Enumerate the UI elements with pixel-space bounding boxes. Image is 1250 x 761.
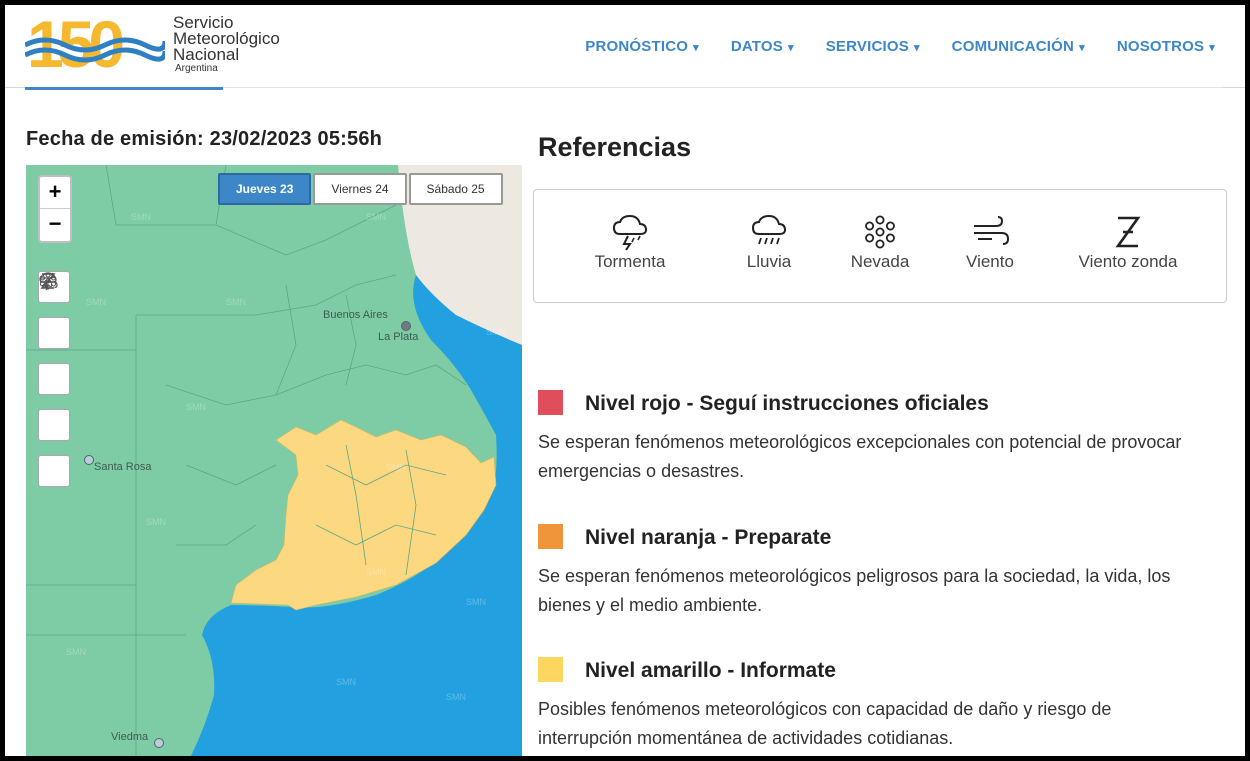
svg-text:SMN: SMN xyxy=(226,297,246,307)
zoom-in-button[interactable]: + xyxy=(40,177,70,208)
ref-nevada: Nevada xyxy=(844,212,916,272)
rain-icon xyxy=(751,214,787,245)
svg-text:SMN: SMN xyxy=(146,517,166,527)
zonda-icon xyxy=(40,273,56,289)
main-nav: PRONÓSTICO ▾ DATOS ▾ SERVICIOS ▾ COMUNICACI… xyxy=(585,38,1215,55)
page: 150 Servicio Meteorológico Nacional Arge… xyxy=(5,5,1245,756)
nav-label: COMUNICACIÓN xyxy=(951,38,1075,55)
nav-label: NOSOTROS xyxy=(1116,38,1205,55)
filter-zonda-button[interactable] xyxy=(38,273,70,487)
city-viedma: Viedma xyxy=(111,731,149,743)
svg-text:SMN: SMN xyxy=(186,402,206,412)
svg-text:SMN: SMN xyxy=(446,692,466,702)
caret-down-icon: ▾ xyxy=(1079,42,1085,54)
ref-lluvia: Lluvia xyxy=(734,212,804,272)
tab-jueves-23[interactable]: Jueves 23 xyxy=(218,173,312,205)
tab-viernes-24[interactable]: Viernes 24 xyxy=(313,173,407,205)
logo-text: Servicio Meteorológico Nacional Argentin… xyxy=(173,14,280,75)
level-desc: Se esperan fenómenos meteorológicos peli… xyxy=(538,566,1171,615)
site-header: 150 Servicio Meteorológico Nacional Arge… xyxy=(5,5,1245,88)
logo-150-graphic: 150 xyxy=(25,11,165,73)
svg-text:SMN: SMN xyxy=(366,567,386,577)
city-la-plata: La Plata xyxy=(378,331,419,343)
level-desc: Posibles fenómenos meteorológicos con ca… xyxy=(538,699,1112,748)
ref-label: Nevada xyxy=(850,252,910,271)
svg-text:SMN: SMN xyxy=(366,212,386,222)
tab-sabado-25[interactable]: Sábado 25 xyxy=(408,173,503,205)
caret-down-icon: ▾ xyxy=(787,42,794,54)
city-dot-viedma xyxy=(154,738,164,748)
svg-text:SMN: SMN xyxy=(386,462,406,472)
nav-comunicacion[interactable]: COMUNICACIÓN ▾ xyxy=(952,38,1085,55)
snow-icon xyxy=(865,215,895,249)
nav-datos[interactable]: DATOS ▾ xyxy=(731,38,794,55)
storm-icon xyxy=(612,214,648,251)
header-divider xyxy=(223,87,1223,88)
svg-text:SMN: SMN xyxy=(131,212,151,222)
ref-label: Tormenta xyxy=(594,252,666,271)
logo-line-4: Argentina xyxy=(175,63,218,74)
svg-text:SMN: SMN xyxy=(86,297,106,307)
alert-map[interactable]: SMN SMN SMN SMN SMN SMN SMN SMN SMN SMN … xyxy=(26,165,522,756)
city-santa-rosa: Santa Rosa xyxy=(94,461,152,473)
ref-viento: Viento xyxy=(959,212,1021,272)
filter-snow-button[interactable] xyxy=(38,272,70,395)
level-swatch-yellow xyxy=(538,657,563,682)
map-filter-tools xyxy=(38,271,70,501)
nav-label: PRONÓSTICO xyxy=(585,38,689,55)
zonda-icon xyxy=(1115,216,1141,248)
nav-label: DATOS xyxy=(730,38,783,55)
level-swatch-red xyxy=(538,390,563,415)
filter-rain-button[interactable] xyxy=(38,272,70,349)
ref-label: Viento xyxy=(966,252,1014,271)
fecha-emision: Fecha de emisión: 23/02/2023 05:56h xyxy=(26,128,383,150)
nav-servicios[interactable]: SERVICIOS ▾ xyxy=(826,38,920,55)
level-desc: Se esperan fenómenos meteorológicos exce… xyxy=(538,432,1182,481)
city-dot-buenos-aires xyxy=(401,321,411,331)
caret-down-icon: ▾ xyxy=(913,42,920,54)
level-swatch-orange xyxy=(538,524,563,549)
zoom-out-button[interactable]: − xyxy=(40,208,70,240)
ref-tormenta: Tormenta xyxy=(590,212,670,272)
caret-down-icon: ▾ xyxy=(1209,42,1215,54)
ref-label: Lluvia xyxy=(746,252,792,271)
city-buenos-aires: Buenos Aires xyxy=(323,309,388,321)
nav-label: SERVICIOS xyxy=(825,38,909,55)
ref-viento-zonda: Viento zonda xyxy=(1072,212,1184,272)
wind-icon xyxy=(974,216,1010,245)
active-tab-underline xyxy=(25,87,223,90)
filter-wind-button[interactable] xyxy=(38,272,70,441)
referencias-title: Referencias xyxy=(538,132,692,162)
nav-pronostico[interactable]: PRONÓSTICO ▾ xyxy=(585,38,699,55)
svg-text:SMN: SMN xyxy=(66,647,86,657)
day-tabs: Jueves 23 Viernes 24 Sábado 25 xyxy=(218,173,505,205)
level-title: Nivel naranja - Preparate xyxy=(585,526,832,549)
nav-nosotros[interactable]: NOSOTROS ▾ xyxy=(1117,38,1215,55)
svg-text:SMN: SMN xyxy=(486,327,506,337)
ref-label: Viento zonda xyxy=(1078,252,1178,271)
level-title: Nivel amarillo - Informate xyxy=(585,659,836,682)
zoom-control: + − xyxy=(38,175,72,243)
svg-text:SMN: SMN xyxy=(466,597,486,607)
logo-line-3: Nacional xyxy=(173,45,240,64)
city-dot-santa-rosa xyxy=(84,455,94,465)
caret-down-icon: ▾ xyxy=(693,42,699,54)
smn-logo[interactable]: 150 Servicio Meteorológico Nacional Arge… xyxy=(25,11,325,75)
level-title: Nivel rojo - Seguí instrucciones oficial… xyxy=(585,392,989,415)
svg-text:SMN: SMN xyxy=(336,677,356,687)
referencias-panel: Tormenta Lluvia Nevada Viento Viento zon… xyxy=(533,189,1227,303)
